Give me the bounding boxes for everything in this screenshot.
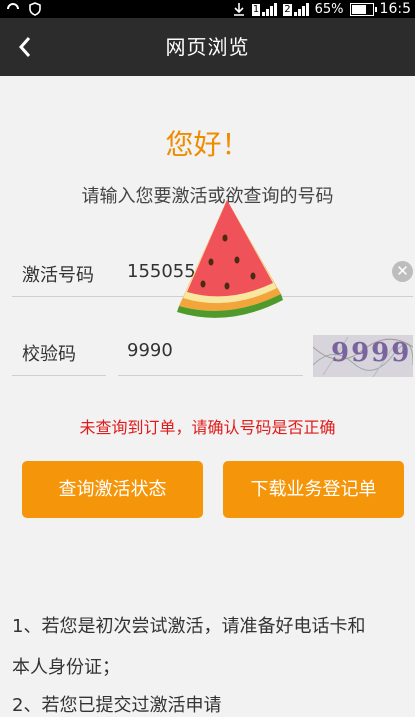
captcha-image[interactable]: 9999: [313, 335, 413, 377]
page-title: 网页浏览: [165, 35, 250, 59]
signal-2-label: 2: [283, 4, 292, 16]
clock: 16:5: [379, 1, 411, 17]
watermelon-icon: [177, 200, 283, 318]
signal-1-icon: 1: [251, 2, 278, 16]
instruction-line-2: 本人身份证；: [12, 657, 120, 678]
signal-2-icon: 2: [283, 2, 309, 16]
verify-input[interactable]: 9990: [127, 340, 173, 361]
battery-icon: [349, 2, 377, 16]
shield-icon: [29, 2, 41, 16]
captcha-text: 9999: [331, 338, 412, 368]
navbar: 网页浏览: [0, 18, 415, 76]
clear-input-button[interactable]: ✕: [392, 261, 413, 282]
battery-percent: 65%: [314, 1, 344, 17]
chevron-left-icon: [18, 37, 31, 57]
verify-label: 校验码: [22, 344, 76, 365]
verify-input-divider: [118, 375, 303, 376]
verify-label-divider: [12, 375, 106, 376]
error-message: 未查询到订单，请确认号码是否正确: [79, 418, 336, 437]
signal-1-label: 1: [251, 4, 261, 16]
instruction-line-3: 2、若您已提交过激活申请: [12, 695, 222, 716]
query-status-button[interactable]: 查询激活状态: [22, 461, 203, 518]
instruction-line-1: 1、若您是初次尝试激活，请准备好电话卡和: [12, 616, 366, 637]
back-button[interactable]: [0, 18, 50, 76]
status-bar: 1 2 65% 16:5: [0, 0, 415, 18]
greeting-heading: 您好！: [165, 128, 250, 161]
download-form-button[interactable]: 下载业务登记单: [223, 461, 404, 518]
activation-label: 激活号码: [22, 265, 94, 286]
notification-icon: [7, 3, 19, 10]
download-icon: [233, 3, 244, 16]
